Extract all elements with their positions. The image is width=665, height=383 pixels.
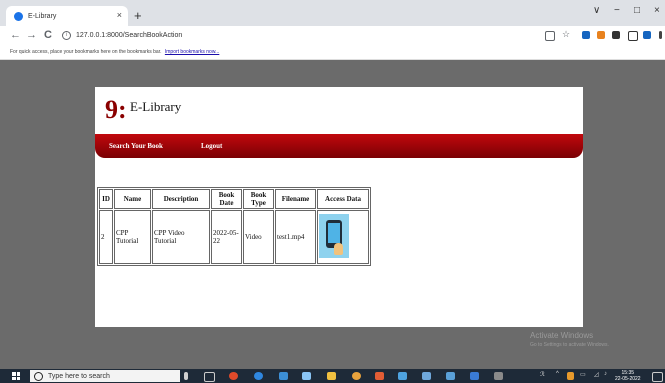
notifications-icon[interactable]	[652, 372, 663, 382]
watermark-subtitle: Go to Settings to activate Windows.	[530, 342, 609, 348]
app-icon-1[interactable]	[229, 372, 238, 380]
favicon-icon	[14, 11, 23, 21]
bookmarks-bar: For quick access, place your bookmarks h…	[0, 46, 665, 60]
menu-kebab-icon[interactable]	[659, 31, 662, 39]
chrome-icon[interactable]	[352, 372, 361, 380]
header-filename: Filename	[275, 189, 316, 209]
access-tablet-icon[interactable]	[319, 214, 349, 258]
windows-taskbar: Type here to search ℛ ^ ▭ ◿ ♪ 15:35 22-0…	[0, 369, 665, 383]
extension-fox-icon[interactable]	[597, 31, 605, 39]
taskbar-search-placeholder: Type here to search	[48, 372, 110, 380]
tray-battery-icon[interactable]: ▭	[580, 371, 586, 378]
back-button[interactable]: ←	[10, 29, 21, 41]
terminal-icon[interactable]	[494, 372, 503, 380]
app-icon-6[interactable]	[446, 372, 455, 380]
tab-close-icon[interactable]: ×	[117, 10, 122, 20]
clock-date: 22-05-2022	[615, 376, 641, 382]
cell-book-date: 2022-05-22	[211, 210, 242, 264]
header-description: Description	[152, 189, 210, 209]
search-ring-icon	[34, 371, 43, 381]
minimize-button[interactable]: −	[614, 5, 620, 16]
cell-id: 2	[99, 210, 113, 264]
url-text: 127.0.0.1:8000/SearchBookAction	[76, 32, 183, 39]
bookmark-star-icon[interactable]: ☆	[562, 29, 570, 39]
maximize-button[interactable]: □	[634, 5, 640, 16]
share-icon[interactable]	[545, 31, 555, 41]
edge-icon[interactable]	[254, 372, 263, 380]
cell-name: CPP Tutorial	[114, 210, 151, 264]
start-windows-icon[interactable]	[12, 372, 20, 380]
import-bookmarks-link[interactable]: Import bookmarks now...	[165, 49, 219, 55]
extensions-puzzle-icon[interactable]	[612, 31, 620, 39]
app-icon-7[interactable]	[470, 372, 479, 380]
cell-filename: test1.mp4	[275, 210, 316, 264]
reload-button[interactable]: C	[44, 29, 52, 41]
cell-access-data	[317, 210, 369, 264]
microphone-icon[interactable]	[184, 372, 188, 380]
tray-person-icon[interactable]: ℛ	[540, 371, 545, 378]
site-info-icon[interactable]: i	[62, 31, 71, 40]
main-navbar: Search Your Book Logout	[95, 134, 583, 158]
tray-network-icon[interactable]: ◿	[594, 371, 599, 378]
forward-button[interactable]: →	[26, 29, 37, 41]
side-panel-icon[interactable]	[628, 31, 638, 41]
taskbar-search-box[interactable]: Type here to search	[30, 370, 180, 382]
app-icon-4[interactable]	[398, 372, 407, 380]
table-row: 2 CPP Tutorial CPP Video Tutorial 2022-0…	[99, 210, 369, 264]
tray-volume-icon[interactable]: ♪	[604, 371, 607, 377]
nav-logout[interactable]: Logout	[201, 142, 222, 150]
close-window-button[interactable]: ×	[654, 5, 660, 16]
logo-icon: 9:	[105, 95, 127, 124]
browser-tab[interactable]: E-Library ×	[6, 6, 128, 26]
browser-toolbar: ← → C i 127.0.0.1:8000/SearchBookAction …	[0, 26, 665, 46]
books-table: ID Name Description Book Date Book Type …	[97, 187, 371, 266]
header-book-date: Book Date	[211, 189, 242, 209]
taskbar-clock[interactable]: 15:35 22-05-2022	[615, 370, 641, 382]
new-tab-button[interactable]: +	[134, 8, 142, 23]
header-book-type: Book Type	[243, 189, 274, 209]
table-header-row: ID Name Description Book Date Book Type …	[99, 189, 369, 209]
bookmarks-hint: For quick access, place your bookmarks h…	[10, 49, 162, 55]
app-icon-3[interactable]	[375, 372, 384, 380]
header-name: Name	[114, 189, 151, 209]
cell-description: CPP Video Tutorial	[152, 210, 210, 264]
watermark-title: Activate Windows	[530, 331, 594, 340]
activate-windows-watermark: Activate Windows Go to Settings to activ…	[530, 331, 609, 348]
app-icon-5[interactable]	[422, 372, 431, 380]
task-view-icon[interactable]	[204, 372, 215, 382]
header-id: ID	[99, 189, 113, 209]
tray-app-icon[interactable]	[567, 372, 574, 380]
address-bar[interactable]: i 127.0.0.1:8000/SearchBookAction	[62, 31, 182, 40]
tab-title: E-Library	[28, 12, 57, 20]
header-access-data: Access Data	[317, 189, 369, 209]
site-title: E-Library	[130, 99, 182, 114]
cell-book-type: Video	[243, 210, 274, 264]
store-icon[interactable]	[327, 372, 336, 380]
file-explorer-icon[interactable]	[279, 372, 288, 380]
profile-shield-icon[interactable]	[643, 31, 651, 39]
content-card: 9: E-Library Search Your Book Logout ID …	[95, 87, 583, 327]
tray-chevron-icon[interactable]: ^	[556, 371, 559, 377]
tab-strip: E-Library × + ∨ − □ ×	[0, 0, 665, 26]
nav-search-book[interactable]: Search Your Book	[109, 142, 163, 150]
extension-shield-icon[interactable]	[582, 31, 590, 39]
tab-search-icon[interactable]: ∨	[593, 5, 600, 16]
app-icon-2[interactable]	[302, 372, 311, 380]
